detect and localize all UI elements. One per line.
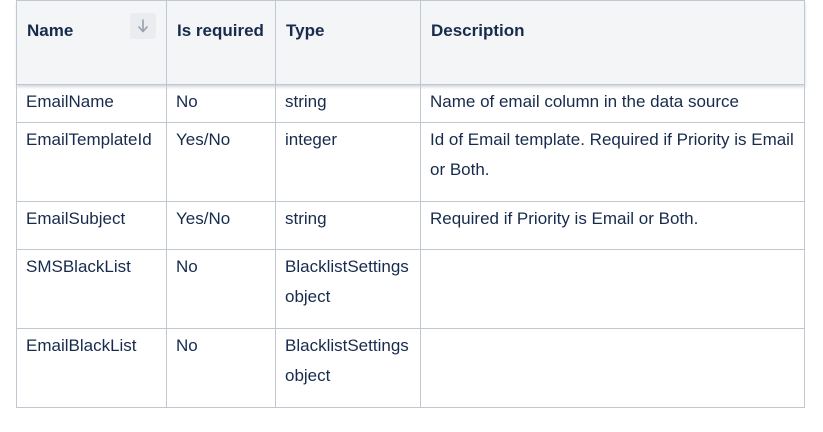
table-row: EmailName No string Name of email column… <box>16 84 805 123</box>
column-header-type[interactable]: Type <box>275 0 421 85</box>
arrow-down-icon <box>138 19 148 33</box>
cell-required: No <box>166 84 276 123</box>
table-row: EmailBlackList No BlacklistSettings obje… <box>16 328 805 408</box>
column-header-name-label: Name <box>27 21 74 40</box>
cell-required: Yes/No <box>166 122 276 202</box>
sort-button[interactable] <box>130 13 156 39</box>
column-header-required[interactable]: Is required <box>166 0 276 85</box>
cell-required: Yes/No <box>166 201 276 250</box>
cell-name: EmailSubject <box>16 201 167 250</box>
cell-description: Name of email column in the data source <box>420 84 805 123</box>
table-row: EmailSubject Yes/No string Required if P… <box>16 201 805 250</box>
cell-name: EmailBlackList <box>16 328 167 408</box>
table-row: SMSBlackList No BlacklistSettings object <box>16 249 805 329</box>
cell-description <box>420 328 805 408</box>
cell-name: SMSBlackList <box>16 249 167 329</box>
cell-name: EmailTemplateId <box>16 122 167 202</box>
table-header-row: Name Is required Type Description <box>16 0 805 85</box>
cell-type: string <box>275 84 421 123</box>
cell-type: string <box>275 201 421 250</box>
column-header-name[interactable]: Name <box>16 0 167 85</box>
cell-description: Id of Email template. Required if Priori… <box>420 122 805 202</box>
cell-required: No <box>166 249 276 329</box>
parameters-table: Name Is required Type Description EmailN… <box>16 0 805 408</box>
cell-description: Required if Priority is Email or Both. <box>420 201 805 250</box>
cell-name: EmailName <box>16 84 167 123</box>
cell-type: integer <box>275 122 421 202</box>
cell-type: BlacklistSettings object <box>275 328 421 408</box>
table-row: EmailTemplateId Yes/No integer Id of Ema… <box>16 122 805 202</box>
parameters-table-container: Name Is required Type Description EmailN… <box>16 0 805 408</box>
column-header-description[interactable]: Description <box>420 0 805 85</box>
cell-type: BlacklistSettings object <box>275 249 421 329</box>
cell-required: No <box>166 328 276 408</box>
cell-description <box>420 249 805 329</box>
